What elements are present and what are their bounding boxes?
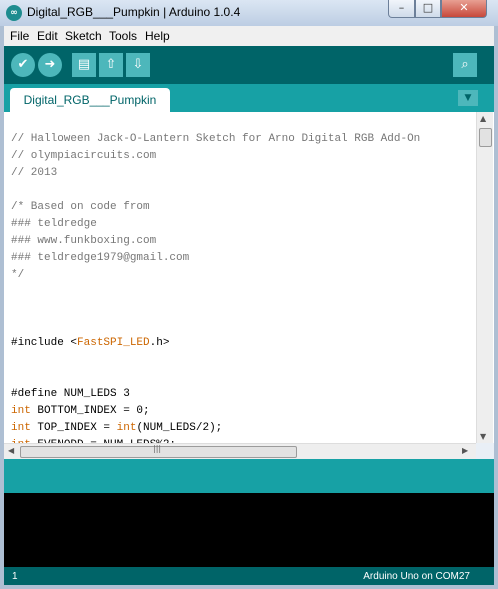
menu-help[interactable]: Help (145, 29, 170, 43)
code-line[interactable]: // 2013 (11, 165, 420, 182)
verify-button[interactable]: ✔ (11, 53, 35, 77)
close-button[interactable]: ✕ (441, 0, 487, 18)
arrow-down-icon: ⇩ (132, 57, 144, 72)
horizontal-scroll-thumb[interactable]: ||| (20, 444, 297, 458)
arrow-up-icon: ⇧ (105, 57, 117, 72)
code-line[interactable]: ### teldredge (11, 216, 420, 233)
message-area (4, 459, 494, 493)
code-line[interactable]: /* Based on code from (11, 199, 420, 216)
grip-icon: ||| (153, 444, 162, 453)
arrow-right-icon: ➜ (44, 57, 56, 72)
new-file-icon: ▤ (77, 57, 91, 72)
title-bar: ∞ Digital_RGB___Pumpkin | Arduino 1.0.4 … (0, 0, 498, 26)
open-button[interactable]: ⇧ (99, 53, 123, 77)
check-icon: ✔ (17, 57, 29, 72)
vertical-scrollbar[interactable]: ▲ ▼ (476, 112, 493, 443)
menu-bar: File Edit Sketch Tools Help (4, 26, 494, 46)
code-line[interactable] (11, 301, 420, 318)
board-port-label: Arduino Uno on COM27 (363, 571, 470, 582)
code-line[interactable]: // olympiacircuits.com (11, 148, 420, 165)
menu-file[interactable]: File (10, 29, 29, 43)
scroll-left-icon[interactable]: ◀ (8, 446, 14, 455)
scroll-right-icon[interactable]: ▶ (462, 446, 468, 455)
tab-bar: Digital_RGB___Pumpkin ▼ (4, 84, 494, 112)
save-button[interactable]: ⇩ (126, 53, 150, 77)
line-number: 1 (12, 571, 18, 582)
tab-menu-button[interactable]: ▼ (458, 90, 478, 106)
code-line[interactable]: ### teldredge1979@gmail.com (11, 250, 420, 267)
maximize-button[interactable]: □ (415, 0, 441, 18)
code-line[interactable] (11, 352, 420, 369)
menu-tools[interactable]: Tools (109, 29, 137, 43)
code-line[interactable] (11, 182, 420, 199)
vertical-scroll-thumb[interactable] (479, 128, 492, 147)
code-line[interactable] (11, 284, 420, 301)
code-line[interactable]: */ (11, 267, 420, 284)
code-line[interactable] (11, 369, 420, 386)
status-footer: 1 Arduino Uno on COM27 (4, 567, 494, 585)
arduino-logo-icon: ∞ (6, 5, 22, 21)
code-line[interactable]: #define NUM_LEDS 3 (11, 386, 420, 403)
code-line[interactable]: // Halloween Jack-O-Lantern Sketch for A… (11, 131, 420, 148)
arduino-window: ∞ Digital_RGB___Pumpkin | Arduino 1.0.4 … (0, 0, 498, 589)
code-line[interactable]: ### www.funkboxing.com (11, 233, 420, 250)
window-title: Digital_RGB___Pumpkin | Arduino 1.0.4 (27, 5, 241, 19)
menu-edit[interactable]: Edit (37, 29, 58, 43)
new-button[interactable]: ▤ (72, 53, 96, 77)
scroll-up-icon[interactable]: ▲ (480, 114, 486, 123)
minimize-button[interactable]: – (388, 0, 415, 18)
serial-monitor-button[interactable]: ⌕ (453, 53, 477, 77)
code-line[interactable]: int TOP_INDEX = int(NUM_LEDS/2); (11, 420, 420, 437)
upload-button[interactable]: ➜ (38, 53, 62, 77)
code-line[interactable] (11, 318, 420, 335)
code-line[interactable]: int BOTTOM_INDEX = 0; (11, 403, 420, 420)
menu-sketch[interactable]: Sketch (65, 29, 102, 43)
scroll-down-icon[interactable]: ▼ (480, 432, 486, 441)
console-output (4, 493, 494, 567)
code-line[interactable]: #include <FastSPI_LED.h> (11, 335, 420, 352)
code-text[interactable]: // Halloween Jack-O-Lantern Sketch for A… (11, 131, 420, 443)
horizontal-scrollbar[interactable]: ◀ ||| ▶ (4, 443, 476, 460)
chevron-down-icon: ▼ (464, 93, 472, 103)
toolbar: ✔ ➜ ▤ ⇧ ⇩ ⌕ (4, 46, 494, 84)
code-editor[interactable]: // Halloween Jack-O-Lantern Sketch for A… (4, 112, 494, 443)
magnifier-icon: ⌕ (461, 57, 469, 72)
tab-sketch[interactable]: Digital_RGB___Pumpkin (10, 88, 170, 112)
